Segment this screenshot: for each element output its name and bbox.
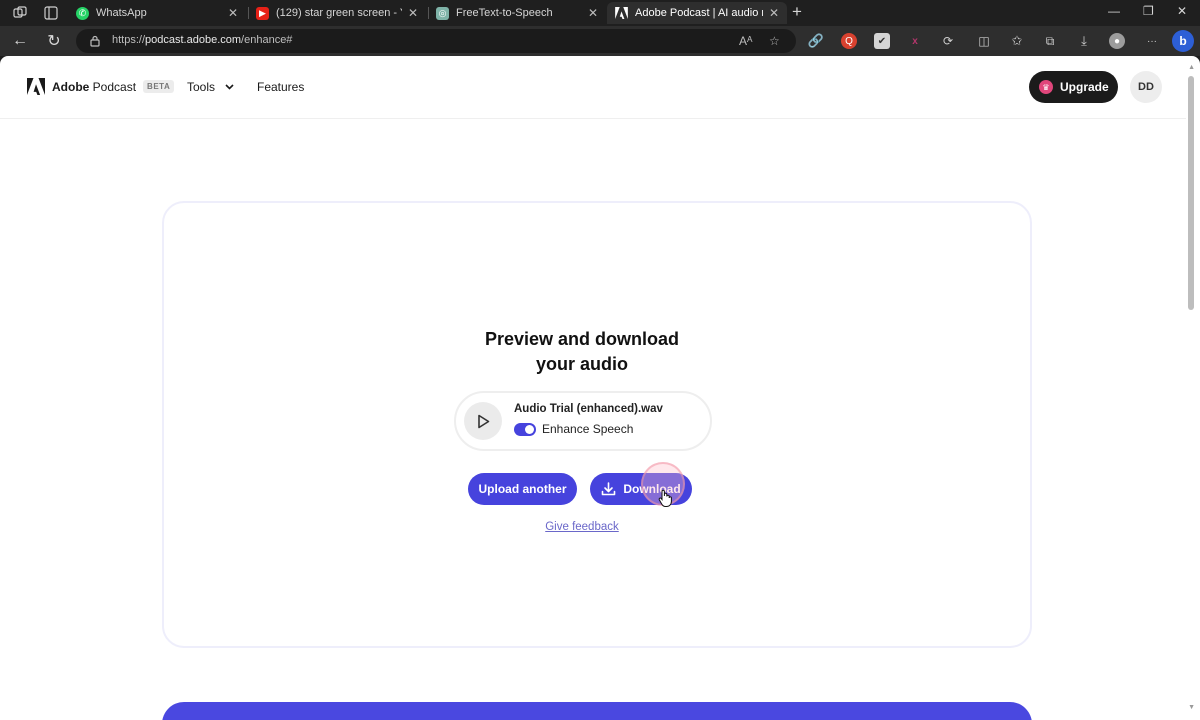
refresh-icon[interactable]: ↻ — [44, 31, 64, 51]
address-bar[interactable]: https://podcast.adobe.com/enhance# Aᴬ ☆ — [76, 29, 796, 53]
close-window-icon[interactable]: ✕ — [1177, 4, 1187, 18]
site-header: Adobe Podcast BETA Tools Features ♛ Upgr… — [0, 56, 1186, 119]
tab-bar: ✆ WhatsApp ✕ ▶ (129) star green screen -… — [0, 0, 1200, 26]
play-icon — [477, 414, 489, 428]
beta-badge: BETA — [143, 80, 175, 93]
scroll-up-icon[interactable]: ▲ — [1188, 64, 1195, 71]
upload-another-button[interactable]: Upload another — [468, 473, 577, 505]
chevron-down-icon — [225, 82, 234, 92]
nav-features-link[interactable]: Features — [257, 80, 304, 94]
scrollbar-thumb[interactable] — [1188, 76, 1194, 310]
back-icon[interactable]: ← — [10, 31, 30, 51]
bing-copilot-icon[interactable]: b — [1172, 30, 1194, 52]
hand-cursor-icon — [658, 489, 672, 507]
nav-tools-menu[interactable]: Tools — [187, 80, 234, 94]
preview-card: Preview and download your audio Audio Tr… — [162, 201, 1032, 648]
tab-actions-icon[interactable] — [43, 5, 59, 21]
avatar[interactable]: DD — [1130, 71, 1162, 103]
audio-player: Audio Trial (enhanced).wav Enhance Speec… — [454, 391, 712, 451]
more-menu-icon[interactable]: ··· — [1144, 33, 1160, 49]
profile-icon[interactable]: ● — [1109, 33, 1125, 49]
extension-check-icon[interactable]: ✔ — [874, 33, 890, 49]
link-extension-icon[interactable]: 🔗 — [808, 33, 824, 49]
tab-whatsapp[interactable]: ✆ WhatsApp ✕ — [68, 2, 246, 24]
extension-red-icon[interactable]: Q — [841, 33, 857, 49]
close-tab-icon[interactable]: ✕ — [769, 6, 779, 20]
url-text: https://podcast.adobe.com/enhance# — [112, 34, 293, 46]
tab-freetts[interactable]: ◎ FreeText-to-Speech ✕ — [428, 2, 606, 24]
workspaces-icon[interactable] — [12, 5, 28, 21]
split-screen-icon[interactable]: ◫ — [976, 33, 992, 49]
new-tab-icon[interactable]: + — [792, 3, 802, 20]
brand-name: Adobe Podcast — [52, 79, 137, 94]
close-tab-icon[interactable]: ✕ — [408, 6, 418, 20]
tab-youtube[interactable]: ▶ (129) star green screen - YouTube ✕ — [248, 2, 426, 24]
download-icon — [602, 482, 616, 496]
favorite-star-icon[interactable]: ☆ — [769, 34, 780, 48]
extension-x-icon[interactable]: x — [907, 33, 923, 49]
youtube-icon: ▶ — [256, 6, 269, 20]
page-viewport: Adobe Podcast BETA Tools Features ♛ Upgr… — [0, 56, 1200, 720]
upgrade-button[interactable]: ♛ Upgrade — [1029, 71, 1118, 103]
page-title: Preview and download your audio — [484, 329, 680, 374]
give-feedback-link[interactable]: Give feedback — [164, 521, 1000, 533]
minimize-icon[interactable]: — — [1108, 4, 1120, 18]
extensions-puzzle-icon[interactable]: ⟳ — [940, 33, 956, 49]
downloads-icon[interactable]: ⤓ — [1076, 33, 1092, 49]
browser-toolbar: ← ↻ https://podcast.adobe.com/enhance# A… — [0, 26, 1200, 56]
close-tab-icon[interactable]: ✕ — [228, 6, 238, 20]
whatsapp-icon: ✆ — [76, 6, 89, 20]
close-tab-icon[interactable]: ✕ — [588, 6, 598, 20]
tts-icon: ◎ — [436, 6, 449, 20]
favorites-icon[interactable]: ✩ — [1009, 33, 1025, 49]
crown-icon: ♛ — [1039, 80, 1053, 94]
tab-adobe-podcast[interactable]: Adobe Podcast | AI audio recording ✕ — [607, 2, 787, 24]
next-section-band — [162, 702, 1032, 720]
collections-icon[interactable]: ⧉ — [1042, 33, 1058, 49]
adobe-icon — [615, 7, 628, 20]
enhance-speech-label: Enhance Speech — [542, 422, 634, 436]
restore-icon[interactable]: ❐ — [1143, 4, 1154, 18]
lock-icon — [90, 35, 100, 47]
read-aloud-icon[interactable]: Aᴬ — [739, 34, 752, 48]
enhance-speech-toggle[interactable] — [514, 423, 536, 436]
scroll-down-icon[interactable]: ▼ — [1188, 704, 1195, 711]
adobe-podcast-logo[interactable]: Adobe Podcast BETA — [27, 78, 175, 95]
adobe-logo-icon — [27, 78, 45, 95]
audio-file-name: Audio Trial (enhanced).wav — [514, 403, 663, 415]
play-button[interactable] — [464, 402, 502, 440]
